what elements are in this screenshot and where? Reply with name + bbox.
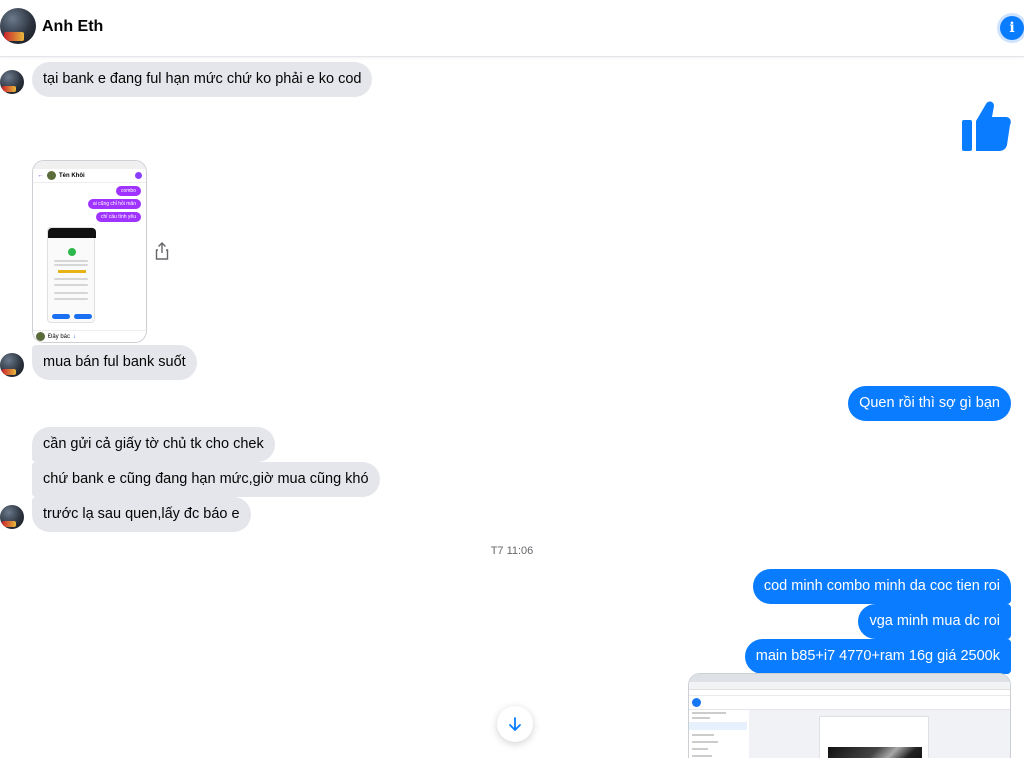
message-incoming[interactable]: tại bank e đang ful hạn mức chứ ko phải …	[32, 62, 373, 97]
image-browser-tabs	[689, 674, 1010, 682]
image-post-photo	[828, 747, 922, 758]
contact-avatar-small[interactable]	[0, 505, 24, 529]
contact-avatar[interactable]	[0, 8, 36, 44]
image-footer-label: Đây bác	[48, 333, 71, 340]
image-status-bar	[33, 161, 146, 169]
image-bubble: chỉ cầu tình yêu	[95, 212, 141, 222]
image-site-bar	[689, 696, 1010, 710]
message-timestamp: T7 11:06	[490, 545, 534, 557]
contact-name[interactable]: Anh Eth	[42, 18, 103, 36]
image-sidebar	[689, 710, 747, 758]
message-outgoing[interactable]: Quen rồi thì sợ gì bạn	[848, 386, 1011, 421]
image-address-bar	[689, 682, 1010, 690]
message-outgoing[interactable]: vga minh mua dc roi	[858, 604, 1011, 639]
image-site-logo	[692, 698, 701, 707]
image-avatar	[47, 171, 56, 180]
image-footer: Đây bác ↓	[33, 330, 146, 342]
message-incoming[interactable]: cần gửi cả giấy tờ chủ tk cho chek	[32, 427, 275, 462]
message-outgoing[interactable]: main b85+i7 4770+ram 16g giá 2500k	[744, 639, 1011, 674]
scroll-to-bottom-button[interactable]	[497, 706, 533, 742]
contact-avatar-small[interactable]	[0, 70, 24, 94]
info-icon[interactable]: i	[1000, 16, 1024, 40]
thumbs-up-icon[interactable]	[961, 100, 1011, 152]
contact-avatar-small[interactable]	[0, 353, 24, 377]
shared-image[interactable]: ← Tèn Khôi combo ai cũng chỉ hỏi mãn chỉ…	[32, 160, 147, 343]
image-contact-name: Tèn Khôi	[59, 172, 85, 179]
shared-screenshot-image[interactable]	[688, 673, 1011, 758]
message-outgoing[interactable]: cod minh combo minh da coc tien roi	[752, 569, 1011, 604]
image-bubble: ai cũng chỉ hỏi mãn	[87, 199, 141, 209]
image-info-icon	[135, 172, 142, 179]
conversation-header: Anh Eth i	[0, 0, 1024, 57]
image-main-feed	[749, 710, 1010, 758]
image-bubble: combo	[115, 186, 141, 196]
back-arrow-icon: ←	[37, 172, 44, 179]
image-footer-icon: ↓	[73, 333, 77, 340]
image-chat-header: ← Tèn Khôi	[33, 169, 146, 183]
message-incoming[interactable]: mua bán ful bank suốt	[32, 345, 197, 380]
share-icon[interactable]	[155, 242, 169, 260]
message-incoming[interactable]: trước lạ sau quen,lấy đc báo e	[32, 497, 251, 532]
image-transfer-card	[47, 227, 96, 323]
image-footer-avatar	[36, 332, 45, 341]
message-incoming[interactable]: chứ bank e cũng đang hạn mức,giờ mua cũn…	[32, 462, 380, 497]
image-post-card	[819, 716, 929, 758]
arrow-down-icon	[509, 717, 521, 731]
